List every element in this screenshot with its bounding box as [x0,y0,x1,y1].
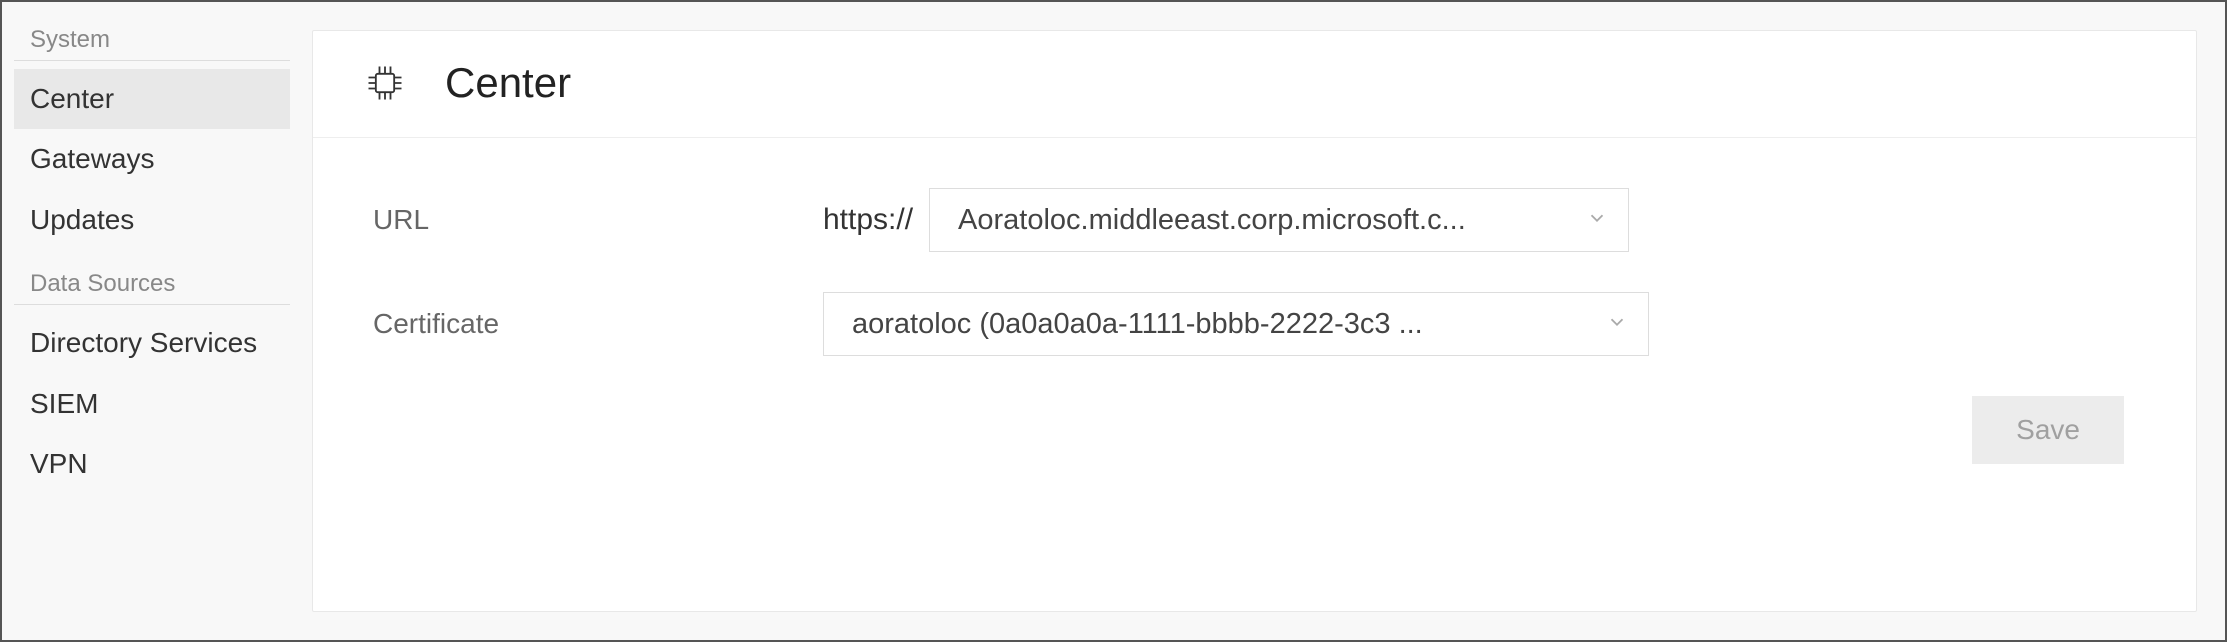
url-prefix: https:// [823,203,913,237]
sidebar-item-vpn[interactable]: VPN [14,434,290,494]
sidebar-item-updates[interactable]: Updates [14,190,290,250]
sidebar-item-siem[interactable]: SIEM [14,374,290,434]
chevron-down-icon [1586,204,1608,237]
save-row: Save [373,396,2136,464]
url-label: URL [373,204,823,236]
certificate-label: Certificate [373,308,823,340]
certificate-control-wrap: aoratoloc (0a0a0a0a-1111-bbbb-2222-3c3 .… [823,292,1649,356]
sidebar-section-system: System [14,22,290,61]
save-button[interactable]: Save [1972,396,2124,464]
chevron-down-icon [1606,308,1628,341]
form-row-certificate: Certificate aoratoloc (0a0a0a0a-1111-bbb… [373,292,2136,356]
form-row-url: URL https:// Aoratoloc.middleeast.corp.m… [373,188,2136,252]
main-header: Center [313,31,2196,138]
page-title: Center [445,59,571,107]
sidebar-section-data-sources: Data Sources [14,266,290,305]
chip-icon [361,59,409,107]
certificate-select[interactable]: aoratoloc (0a0a0a0a-1111-bbbb-2222-3c3 .… [823,292,1649,356]
main-panel: Center URL https:// Aoratoloc.middleeast… [312,30,2197,612]
url-select[interactable]: Aoratoloc.middleeast.corp.microsoft.c... [929,188,1629,252]
certificate-select-value: aoratoloc (0a0a0a0a-1111-bbbb-2222-3c3 .… [852,308,1423,341]
sidebar-item-center[interactable]: Center [14,69,290,129]
main-body: URL https:// Aoratoloc.middleeast.corp.m… [313,138,2196,611]
url-control-wrap: https:// Aoratoloc.middleeast.corp.micro… [823,188,1629,252]
sidebar-item-directory-services[interactable]: Directory Services [14,313,290,373]
sidebar: System Center Gateways Updates Data Sour… [2,2,302,640]
url-select-value: Aoratoloc.middleeast.corp.microsoft.c... [958,204,1466,237]
sidebar-item-gateways[interactable]: Gateways [14,129,290,189]
